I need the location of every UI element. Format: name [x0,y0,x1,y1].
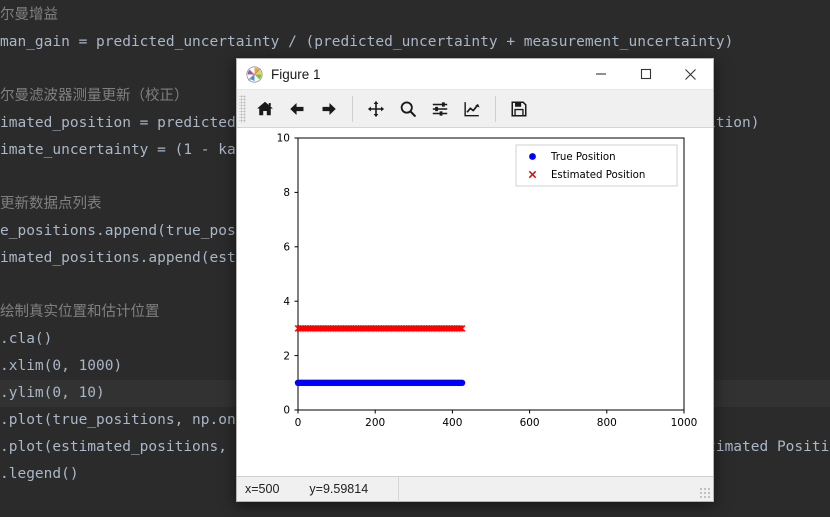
cursor-y-coordinate: y=9.59814 [309,482,369,496]
window-resize-grip[interactable] [699,487,711,499]
x-tick-label: 800 [597,417,617,429]
maximize-icon[interactable] [623,59,668,90]
x-tick-label: 600 [520,417,540,429]
toolbar-separator [352,95,353,122]
cursor-x-coordinate: x=500 [245,482,280,496]
figure-window[interactable]: Figure 1 0 200 400 600 800 1000 0 2 4 6 … [236,58,714,502]
y-tick-label: 10 [277,133,290,145]
figure-statusbar: x=500 y=9.59814 [237,476,713,502]
x-tick-label: 1000 [671,417,698,429]
y-tick-label: 0 [283,405,290,417]
zoom-magnifier-icon[interactable] [393,94,423,124]
minimize-icon[interactable] [578,59,623,90]
y-tick-label: 2 [283,350,290,362]
toolbar-separator [495,95,496,122]
edit-axis-curve-icon[interactable] [457,94,487,124]
code-line-ylim: .ylim(0, 10) [0,385,105,401]
code-line: man_gain = predicted_uncertainty / (pred… [0,34,734,50]
window-titlebar[interactable]: Figure 1 [237,59,713,90]
matplotlib-axes[interactable]: 0 200 400 600 800 1000 0 2 4 6 8 10 True Position … [237,128,713,476]
series-estimated-position [294,325,466,332]
save-floppy-icon[interactable] [504,94,534,124]
pan-move-icon[interactable] [361,94,391,124]
statusbar-separator [398,476,400,502]
home-icon[interactable] [250,94,280,124]
toolbar-drag-handle[interactable] [239,94,246,123]
forward-arrow-icon[interactable] [314,94,344,124]
series-true-position [294,379,466,386]
y-tick-label: 4 [283,296,290,308]
navigation-toolbar[interactable] [237,90,713,128]
legend-label-true-position: True Position [550,152,616,163]
window-title: Figure 1 [271,66,321,82]
matplotlib-logo-icon [246,65,263,83]
x-tick-label: 0 [295,417,302,429]
y-tick-label: 6 [283,242,290,254]
x-tick-label: 200 [365,417,385,429]
legend-label-estimated-position: Estimated Position [551,170,645,181]
close-icon[interactable] [668,59,713,90]
configure-subplots-icon[interactable] [425,94,455,124]
x-tick-label: 400 [442,417,462,429]
code-line-xlim: .xlim(0, 1000) [0,358,123,374]
code-line: 尔曼增益 [0,7,58,23]
back-arrow-icon[interactable] [282,94,312,124]
y-tick-label: 8 [283,187,290,199]
legend-marker-true-position [529,153,536,160]
figure-canvas[interactable]: 0 200 400 600 800 1000 0 2 4 6 8 10 True Position … [237,128,713,476]
plot-legend: True Position Estimated Position [515,144,678,187]
